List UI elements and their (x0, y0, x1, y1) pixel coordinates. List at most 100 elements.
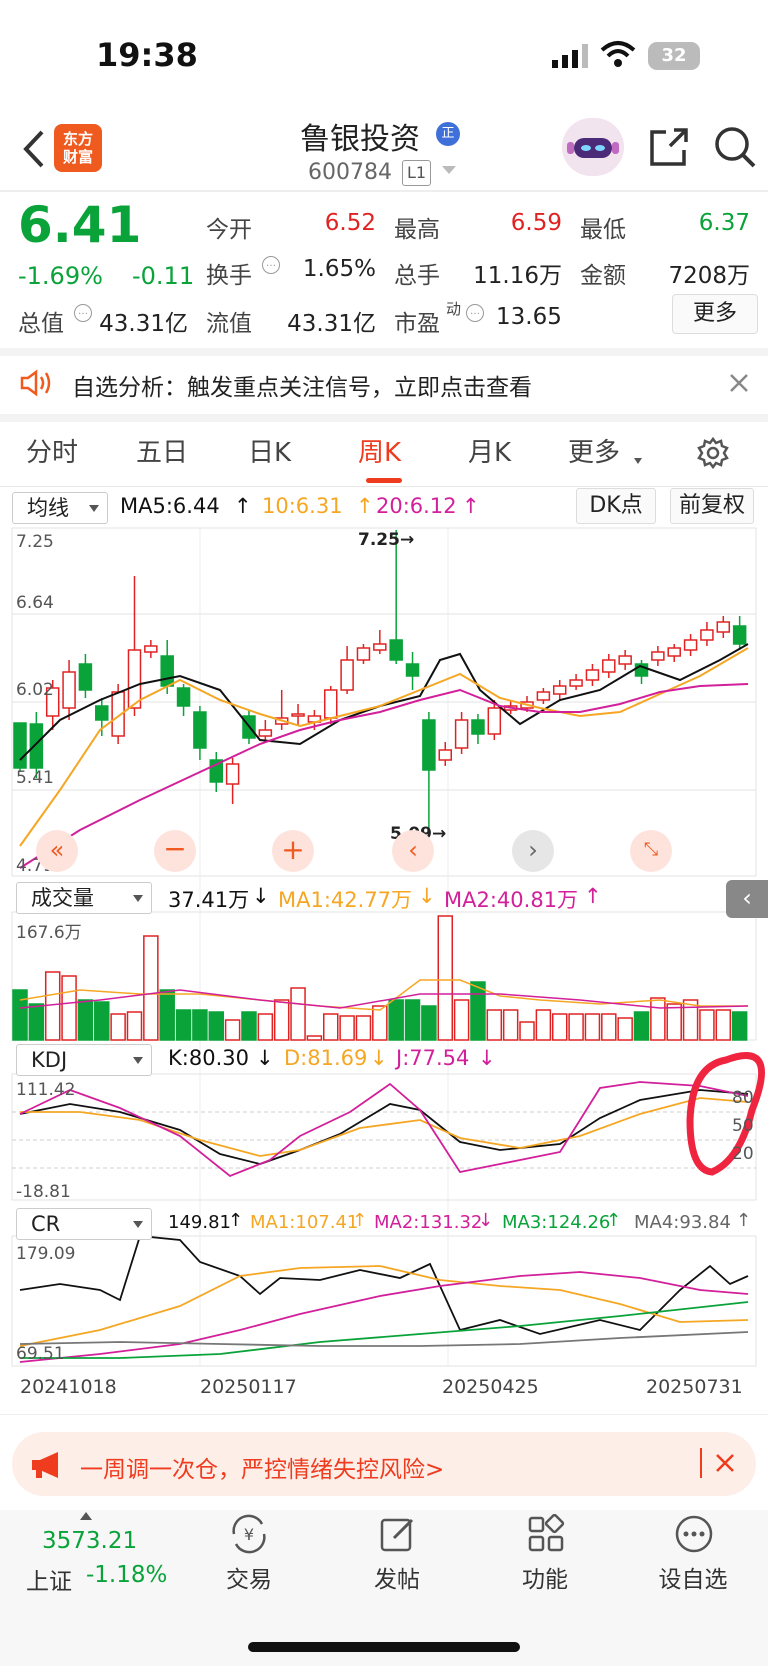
candle-body (127, 649, 142, 709)
volume-bar (61, 975, 77, 1041)
volume-bar (568, 1013, 584, 1041)
volume-ma1-arrow: ↓ (418, 884, 436, 908)
volume-y-top: 167.6万 (16, 923, 82, 943)
scroll-left-fast-icon[interactable]: « (36, 830, 78, 872)
post-icon[interactable] (378, 1514, 418, 1554)
candle-body (585, 669, 600, 681)
date-label: 20250117 (200, 1376, 297, 1398)
candle-body (62, 671, 76, 709)
kdj-y-bottom: -18.81 (16, 1182, 71, 1202)
kdj-level-80: 80 (732, 1088, 754, 1108)
cr-y-top: 179.09 (16, 1244, 76, 1264)
volume-bar (355, 1015, 372, 1041)
candle-body (716, 621, 731, 633)
candle-body (700, 629, 714, 641)
candle-body (602, 659, 616, 673)
volume-bar (421, 1005, 437, 1041)
index-change[interactable]: -1.18% (86, 1562, 167, 1588)
divider (0, 1414, 768, 1415)
banner-text[interactable]: 一周调一次仓，严控情绪失控风险> (80, 1450, 444, 1484)
volume-bar (404, 999, 421, 1041)
candle-body (340, 659, 354, 691)
cr-ma3-arrow: ↑ (606, 1210, 622, 1231)
y-axis-label: 5.41 (16, 768, 54, 788)
kdj-level-20: 20 (732, 1144, 754, 1164)
candle-body (389, 639, 403, 661)
volume-bar (94, 1001, 110, 1041)
kline-chart[interactable] (0, 0, 768, 1420)
candle-body (29, 723, 44, 769)
volume-bar (551, 1013, 568, 1041)
volume-ma2: MA2:40.81万 (444, 888, 579, 912)
volume-bar (650, 997, 666, 1041)
banner-divider (700, 1448, 702, 1478)
scroll-right-icon[interactable]: › (512, 830, 554, 872)
volume-bar (715, 1009, 732, 1041)
zoom-out-icon[interactable]: − (154, 830, 196, 872)
volume-bar (388, 999, 404, 1041)
volume-bar (372, 1005, 388, 1041)
scroll-left-icon[interactable]: ‹ (392, 830, 434, 872)
date-label: 20241018 (20, 1376, 117, 1398)
kdj-d: D:81.69 (284, 1046, 368, 1070)
volume-bar (110, 1013, 126, 1041)
volume-bar (633, 1011, 650, 1041)
candle-body (683, 639, 698, 651)
panel-frame (11, 1073, 757, 1201)
kdj-indicator-select[interactable]: KDJ (16, 1044, 152, 1076)
nav-watchlist[interactable]: 设自选 (650, 1560, 736, 1594)
fullscreen-icon[interactable]: ⤡ (630, 830, 672, 872)
volume-bar (143, 935, 159, 1041)
candle-body (160, 655, 174, 687)
cr-ma4-arrow: ↑ (736, 1210, 752, 1231)
collapse-panel-icon[interactable]: ‹ (726, 880, 768, 918)
home-indicator (248, 1642, 520, 1652)
nav-function[interactable]: 功能 (502, 1560, 588, 1594)
nav-trade[interactable]: 交易 (206, 1560, 292, 1594)
candle-body (324, 689, 338, 719)
volume-bar (208, 1011, 225, 1041)
volume-ma2-arrow: ↑ (584, 884, 602, 908)
index-name[interactable]: 上证 (26, 1562, 72, 1596)
zoom-in-icon[interactable]: + (272, 830, 314, 872)
volume-bar (584, 1013, 601, 1041)
cr-ma4-line (19, 1331, 749, 1347)
volume-bar (77, 999, 94, 1041)
candle-body (552, 685, 567, 695)
nav-post[interactable]: 发帖 (354, 1560, 440, 1594)
index-value[interactable]: 3573.21 (42, 1528, 137, 1554)
trade-icon[interactable]: ¥ (226, 1514, 272, 1554)
candle-body (258, 729, 273, 737)
cr-ma2-line (19, 1271, 749, 1363)
candle-body (405, 663, 420, 677)
volume-bar (437, 915, 453, 1041)
close-icon[interactable] (714, 1452, 736, 1474)
y-axis-label: 6.02 (16, 680, 54, 700)
volume-bar (617, 1017, 633, 1041)
candle-body (193, 711, 207, 749)
max-price-marker: 7.25→ (358, 530, 415, 550)
date-label: 20250731 (646, 1376, 743, 1398)
volume-indicator-select[interactable]: 成交量 (16, 882, 152, 914)
cr-indicator-select[interactable]: CR (16, 1208, 152, 1240)
function-icon[interactable] (526, 1514, 566, 1554)
y-axis-label: 6.64 (16, 593, 54, 613)
volume-bar (306, 1035, 323, 1041)
kdj-j-arrow: ↓ (478, 1046, 496, 1070)
kdj-level-50: 50 (732, 1116, 754, 1136)
y-axis-top: 7.25 (16, 532, 54, 552)
volume-bar (453, 999, 470, 1041)
more-dots-icon[interactable] (674, 1514, 714, 1554)
kdj-k-arrow: ↓ (256, 1046, 274, 1070)
candle-body (13, 722, 27, 769)
kdj-y-top: 111.42 (16, 1080, 76, 1100)
volume-bar (224, 1019, 241, 1041)
megaphone-icon (32, 1452, 58, 1478)
cr-ma3: MA3:124.26 (502, 1212, 611, 1233)
candle-body (732, 625, 747, 645)
candle-body (225, 763, 240, 785)
candle-body (454, 719, 469, 749)
kdj-d-arrow: ↓ (370, 1046, 388, 1070)
cr-ma2-arrow: ↓ (478, 1210, 494, 1231)
cr-ma2: MA2:131.32 (374, 1212, 483, 1233)
